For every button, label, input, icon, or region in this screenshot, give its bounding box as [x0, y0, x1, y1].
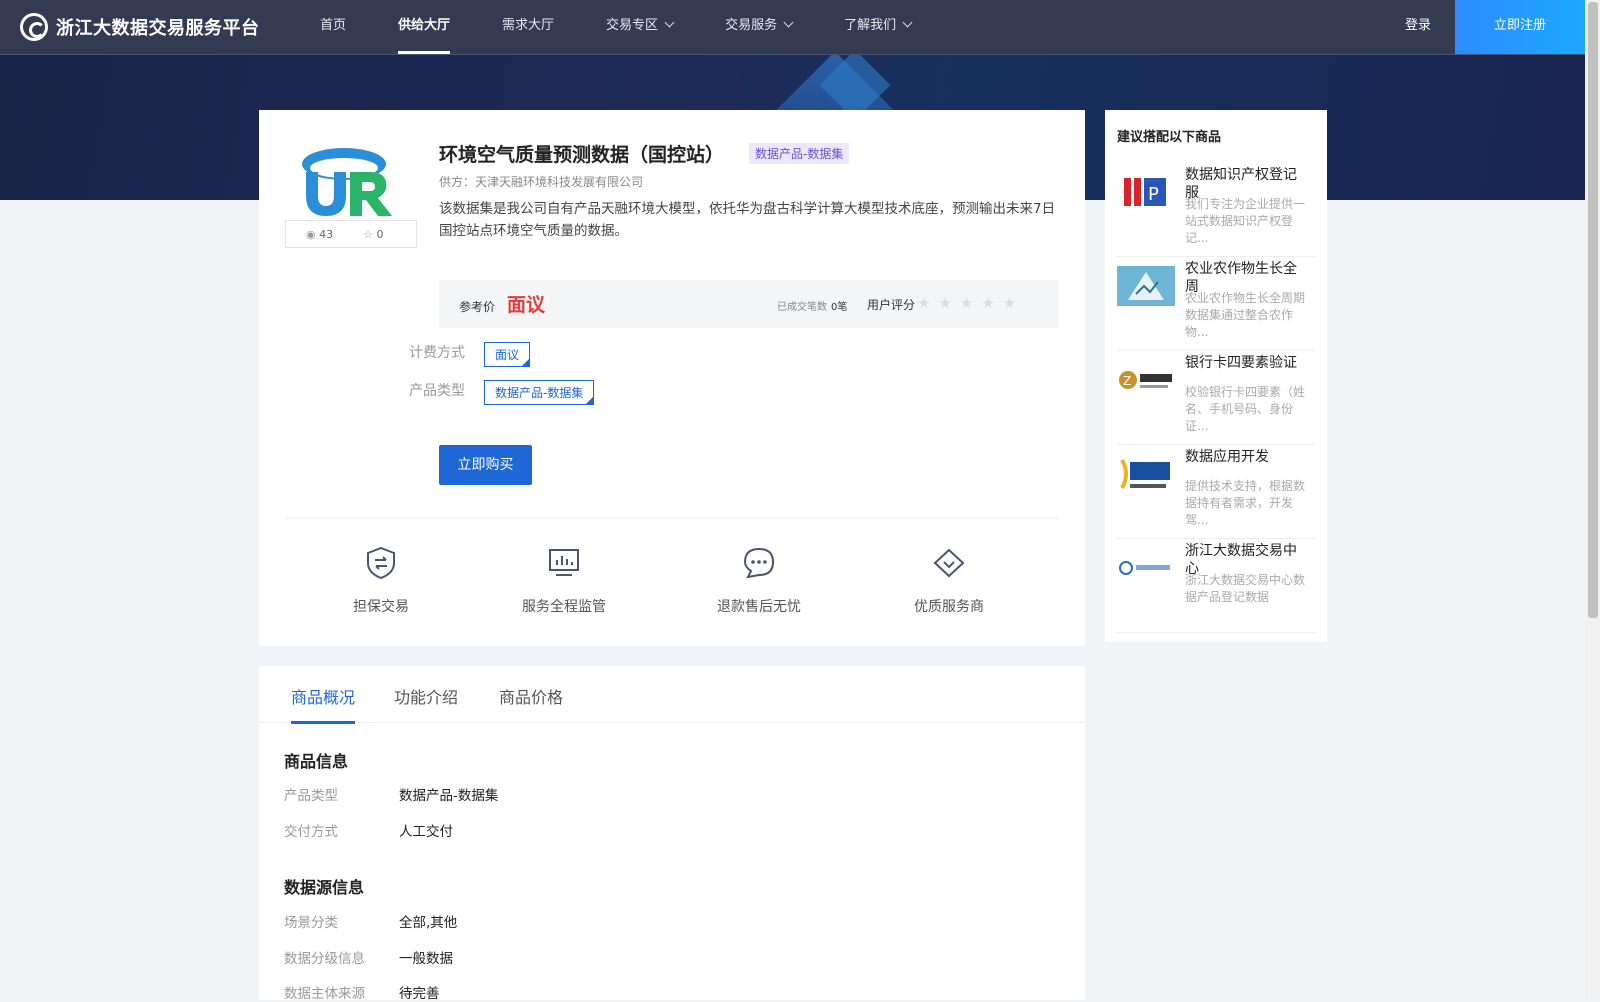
chevron-down-icon — [783, 17, 794, 28]
svg-text:Z: Z — [1123, 374, 1131, 388]
monitor-chart-icon — [549, 549, 579, 576]
service-label: 退款售后无忧 — [717, 599, 801, 615]
deals-count: 已成交笔数 0笔 — [777, 302, 848, 313]
info-value: 数据产品-数据集 — [399, 788, 499, 804]
item-name: 数据应用开发 — [1185, 449, 1269, 465]
item-desc: 浙江大数据交易中心数据产品登记数据 — [1185, 573, 1306, 604]
info-value: 人工交付 — [399, 824, 453, 840]
item-name: 银行卡四要素验证 — [1185, 355, 1297, 371]
shield-exchange-icon — [367, 546, 395, 580]
detail-tabs: 商品概况 功能介绍 商品价格 — [259, 666, 1085, 724]
nav-item-home[interactable]: 首页 — [320, 0, 346, 54]
billing-label: 计费方式 — [409, 345, 465, 361]
nav-item-trade-zone[interactable]: 交易专区 — [606, 0, 675, 54]
price-bar: 参考价 面议 已成交笔数 0笔 用户评分 ★★★★★ — [439, 280, 1059, 328]
nav-item-supply-hall[interactable]: 供给大厅 — [398, 0, 451, 54]
recommend-item[interactable]: 浙江大数据交易中心 浙江大数据交易中心数据产品登记数据 — [1117, 538, 1315, 633]
chevron-down-icon — [664, 17, 675, 28]
info-key: 交付方式 — [284, 824, 338, 840]
info-key: 数据分级信息 — [284, 951, 365, 967]
info-key: 数据主体来源 — [284, 986, 365, 1002]
logo-icon — [20, 13, 48, 41]
sidebar-title: 建议搭配以下商品 — [1117, 130, 1222, 145]
product-stats: ◉ 43 ☆ 0 — [285, 220, 417, 248]
service-guaranteed-trade: 担保交易 — [321, 546, 441, 616]
item-desc: 农业农作物生长全周期数据集通过整合农作物... — [1185, 291, 1306, 339]
item-thumbnail: Z — [1117, 360, 1175, 400]
chat-bubble-icon — [743, 547, 775, 579]
info-value: 待完善 — [399, 986, 440, 1002]
site-logo[interactable]: 浙江大数据交易服务平台 — [20, 12, 260, 42]
supplier-name[interactable]: 供方：天津天融环境科技发展有限公司 — [439, 173, 643, 190]
rating-stars: ★★★★★ — [917, 294, 1025, 312]
price-label: 参考价 — [459, 300, 496, 314]
recommend-sidebar: 建议搭配以下商品 P 数据知识产权登记服 我们专注为企业提供一站式数据知识产权登… — [1105, 110, 1327, 642]
product-type-label: 产品类型 — [409, 383, 465, 399]
diamond-icon — [933, 548, 965, 578]
service-label: 服务全程监管 — [522, 599, 606, 615]
nav-label: 首页 — [320, 18, 347, 33]
product-logo — [302, 148, 392, 216]
svg-text:P: P — [1148, 184, 1159, 205]
product-category-tag: 数据产品-数据集 — [749, 143, 850, 164]
item-desc: 校验银行卡四要素（姓名、手机号码、身份证... — [1185, 385, 1306, 433]
recommend-item[interactable]: 农业农作物生长全周 农业农作物生长全周期数据集通过整合农作物... — [1117, 256, 1315, 351]
product-card: ◉ 43 ☆ 0 环境空气质量预测数据（国控站） 数据产品-数据集 供方：天津天… — [259, 110, 1085, 646]
nav-item-demand-hall[interactable]: 需求大厅 — [502, 0, 554, 54]
item-thumbnail — [1117, 548, 1175, 588]
divider — [285, 518, 1059, 519]
views-count: ◉ 43 — [306, 227, 334, 241]
product-title: 环境空气质量预测数据（国控站） — [439, 144, 725, 166]
product-type-option[interactable]: 数据产品-数据集 — [484, 380, 595, 405]
info-key: 场景分类 — [284, 915, 338, 931]
page-scrollbar[interactable] — [1585, 0, 1600, 1000]
nav-item-trade-service[interactable]: 交易服务 — [725, 0, 794, 54]
register-button[interactable]: 立即注册 — [1455, 0, 1585, 54]
scrollbar-thumb[interactable] — [1588, 2, 1598, 618]
nav-label: 供给大厅 — [398, 18, 451, 33]
nav-menu: 首页 供给大厅 需求大厅 交易专区 交易服务 了解我们 — [320, 0, 963, 54]
service-supervision: 服务全程监管 — [504, 546, 624, 616]
recommend-item[interactable]: Z 银行卡四要素验证 校验银行卡四要素（姓名、手机号码、身份证... — [1117, 350, 1315, 445]
product-description: 该数据集是我公司自有产品天融环境大模型，依托华为盘古科学计算大模型技术底座，预测… — [439, 201, 1056, 239]
item-desc: 提供技术支持，根据数据持有者需求，开发驾... — [1185, 479, 1306, 527]
info-value: 一般数据 — [399, 951, 453, 967]
tab-pricing[interactable]: 商品价格 — [499, 684, 563, 708]
service-quality-provider: 优质服务商 — [889, 546, 1009, 616]
price-value: 面议 — [507, 294, 546, 316]
rating-label: 用户评分 — [867, 298, 916, 312]
item-thumbnail — [1117, 266, 1175, 306]
nav-label: 了解我们 — [844, 18, 897, 33]
info-key: 产品类型 — [284, 788, 338, 804]
item-thumbnail: P — [1117, 172, 1175, 212]
logo-text: 浙江大数据交易服务平台 — [56, 18, 260, 39]
nav-label: 交易专区 — [606, 18, 659, 33]
service-label: 担保交易 — [353, 599, 409, 615]
recommend-item[interactable]: P 数据知识产权登记服 我们专注为企业提供一站式数据知识产权登记... — [1117, 162, 1315, 257]
tab-features[interactable]: 功能介绍 — [394, 684, 458, 708]
nav-label: 需求大厅 — [502, 18, 555, 33]
chevron-down-icon — [902, 17, 913, 28]
tab-overview[interactable]: 商品概况 — [291, 684, 356, 724]
nav-item-about[interactable]: 了解我们 — [844, 0, 913, 54]
favorites-count[interactable]: ☆ 0 — [363, 228, 383, 241]
login-link[interactable]: 登录 — [1405, 0, 1431, 52]
buy-now-button[interactable]: 立即购买 — [439, 445, 532, 485]
section-title: 商品信息 — [284, 752, 349, 771]
service-refund: 退款售后无忧 — [699, 546, 819, 616]
item-desc: 我们专注为企业提供一站式数据知识产权登记... — [1185, 197, 1306, 245]
recommend-item[interactable]: 数据应用开发 提供技术支持，根据数据持有者需求，开发驾... — [1117, 444, 1315, 539]
top-nav: 浙江大数据交易服务平台 首页 供给大厅 需求大厅 交易专区 交易服务 了解我们 … — [0, 0, 1585, 55]
detail-card: 商品概况 功能介绍 商品价格 商品信息 产品类型 数据产品-数据集 交付方式 人… — [259, 666, 1085, 1002]
section-title: 数据源信息 — [284, 878, 365, 897]
info-value: 全部,其他 — [399, 915, 458, 931]
billing-option[interactable]: 面议 — [484, 342, 531, 367]
nav-label: 交易服务 — [725, 18, 778, 33]
service-label: 优质服务商 — [914, 599, 984, 615]
item-thumbnail — [1117, 454, 1175, 494]
